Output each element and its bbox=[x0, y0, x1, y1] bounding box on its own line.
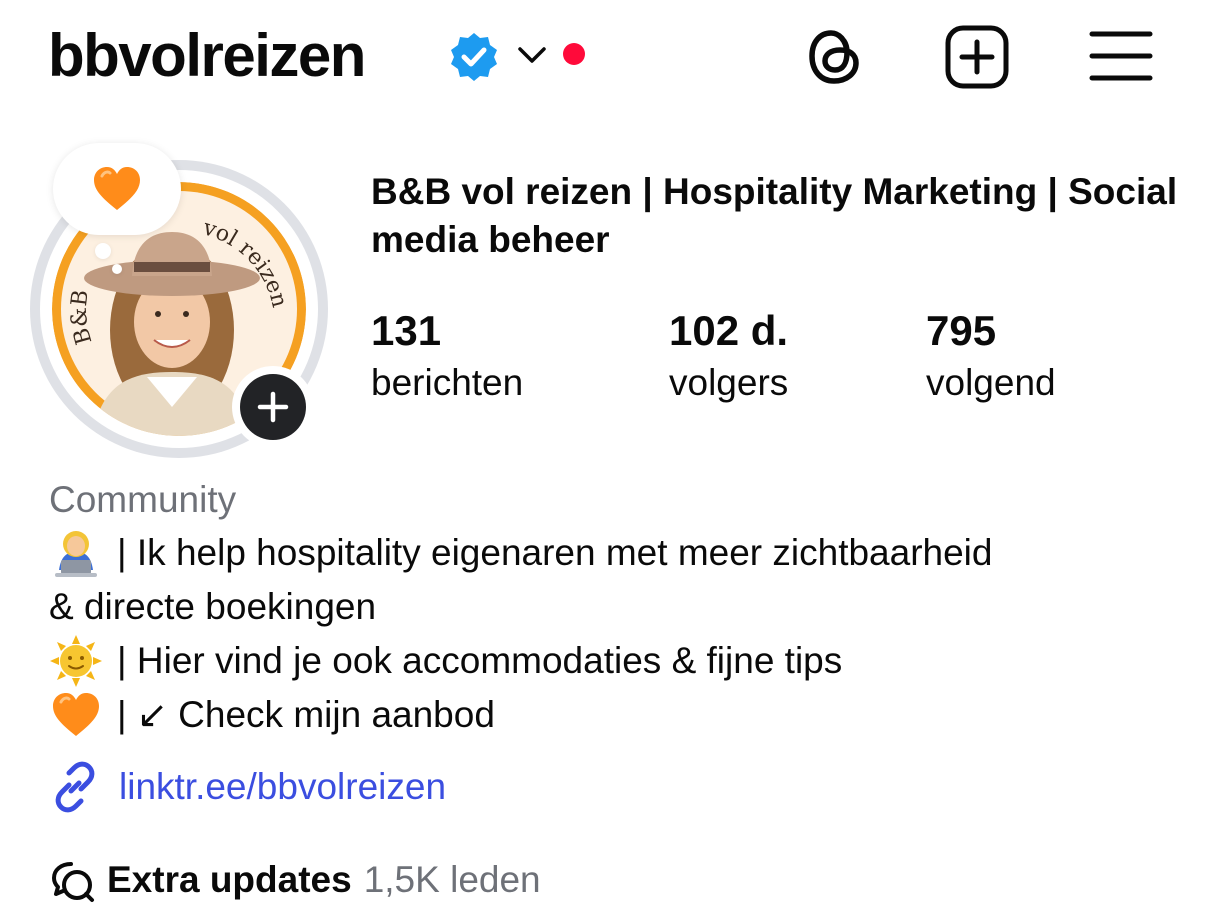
broadcast-channel-members: 1,5K leden bbox=[363, 859, 541, 900]
note-bubble-tail bbox=[95, 243, 111, 259]
bio-line-text: | ↙ Check mijn aanbod bbox=[117, 694, 495, 735]
profile-display-name: B&B vol reizen | Hospitality Marketing |… bbox=[371, 171, 1178, 260]
bio-line: & directe boekingen bbox=[49, 580, 1189, 634]
threads-icon[interactable] bbox=[800, 22, 870, 92]
stat-followers-value: 102 d. bbox=[669, 307, 789, 354]
chevron-down-icon[interactable] bbox=[515, 40, 549, 70]
notification-dot bbox=[563, 43, 585, 65]
stat-following[interactable]: 795 volgend bbox=[926, 305, 1056, 409]
stat-followers-label: volgers bbox=[669, 362, 789, 403]
broadcast-channel-name: Extra updates bbox=[107, 859, 352, 900]
create-post-icon[interactable] bbox=[942, 22, 1012, 92]
profile-link-text[interactable]: linktr.ee/bbvolreizen bbox=[119, 766, 446, 808]
menu-icon[interactable] bbox=[1086, 22, 1156, 92]
stat-followers[interactable]: 102 d. volgers bbox=[669, 305, 788, 409]
profile-username[interactable]: bbvolreizen bbox=[48, 18, 366, 94]
profile-link[interactable]: linktr.ee/bbvolreizen bbox=[49, 760, 446, 814]
bio-line: | Hier vind je ook accommodaties & fijne… bbox=[49, 634, 1189, 688]
broadcast-channel[interactable]: Extra updates 1,5K leden bbox=[49, 853, 541, 907]
profile-category: Community bbox=[49, 479, 237, 520]
link-icon bbox=[55, 761, 95, 813]
bio-line-text: | Ik help hospitality eigenaren met meer… bbox=[117, 532, 993, 573]
orange-heart-icon bbox=[94, 167, 140, 210]
orange-heart-icon bbox=[53, 693, 99, 736]
verified-badge-icon bbox=[451, 33, 497, 81]
sun-with-face-icon bbox=[50, 635, 102, 687]
broadcast-channel-icon bbox=[52, 862, 94, 902]
stat-posts-value: 131 bbox=[371, 307, 442, 354]
stat-following-value: 795 bbox=[926, 307, 997, 354]
bio-line-text: & directe boekingen bbox=[49, 586, 377, 627]
bio-line-text: | Hier vind je ook accommodaties & fijne… bbox=[117, 640, 843, 681]
note-bubble-tail-small bbox=[112, 264, 122, 274]
stat-posts[interactable]: 131 berichten bbox=[371, 305, 523, 409]
profile-note-bubble[interactable] bbox=[53, 143, 181, 235]
bio-line: | Ik help hospitality eigenaren met meer… bbox=[49, 526, 1189, 580]
plus-icon bbox=[257, 391, 289, 423]
woman-technologist-icon bbox=[55, 531, 97, 577]
stat-following-label: volgend bbox=[926, 362, 1056, 403]
bio-line: | ↙ Check mijn aanbod bbox=[49, 688, 1189, 742]
stat-posts-label: berichten bbox=[371, 362, 524, 403]
profile-bio: | Ik help hospitality eigenaren met meer… bbox=[49, 526, 1189, 742]
add-story-button[interactable] bbox=[232, 366, 314, 448]
